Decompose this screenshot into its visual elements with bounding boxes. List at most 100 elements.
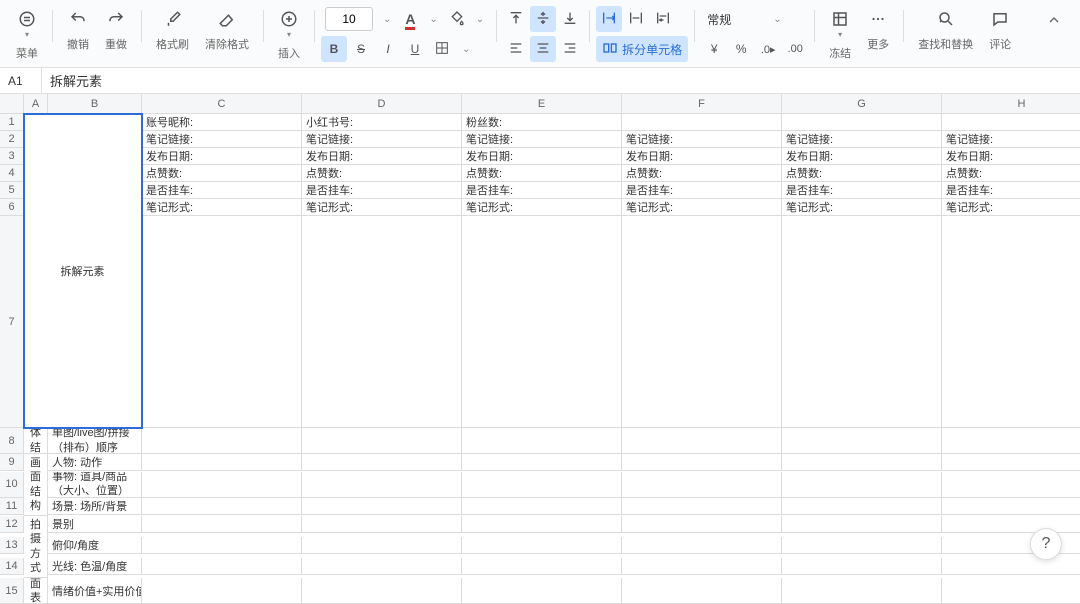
col-header-c[interactable]: C <box>142 94 302 114</box>
cell[interactable]: 笔记形式: <box>462 199 622 216</box>
cell[interactable] <box>782 578 942 604</box>
bold-button[interactable]: B <box>321 36 347 62</box>
cell[interactable] <box>462 498 622 515</box>
cell[interactable] <box>942 558 1080 575</box>
cell[interactable]: 俯仰/角度 <box>48 537 142 554</box>
cell[interactable]: 笔记链接: <box>462 131 622 148</box>
cell[interactable] <box>142 537 302 554</box>
cell[interactable]: 发布日期: <box>942 148 1080 165</box>
cell[interactable] <box>302 558 462 575</box>
cell[interactable] <box>462 216 622 428</box>
cell[interactable]: 发布日期: <box>622 148 782 165</box>
cell[interactable] <box>782 216 942 428</box>
row-header[interactable]: 12 <box>0 516 24 533</box>
cell[interactable] <box>622 537 782 554</box>
cell[interactable]: 场景: 场所/背景 <box>48 498 142 515</box>
cell[interactable] <box>942 454 1080 471</box>
cell[interactable] <box>782 472 942 498</box>
wrap-wrap-button[interactable] <box>650 6 676 32</box>
col-header-b[interactable]: B <box>48 94 142 114</box>
currency-button[interactable]: ¥ <box>701 36 727 62</box>
cell[interactable]: 整体结构 <box>24 428 48 454</box>
row-header[interactable]: 15 <box>0 578 24 604</box>
cell[interactable] <box>302 537 462 554</box>
cell[interactable]: 情绪价值+实用价值 <box>48 578 142 604</box>
cell[interactable] <box>462 472 622 498</box>
row-header[interactable]: 6 <box>0 199 24 216</box>
cell[interactable] <box>622 516 782 533</box>
clearformat-button[interactable]: 清除格式 <box>197 6 257 56</box>
cell[interactable]: 光线: 色温/角度 <box>48 558 142 575</box>
cell-reference[interactable]: A1 <box>0 68 42 93</box>
cell[interactable]: 是否挂车: <box>942 182 1080 199</box>
fill-color-button[interactable] <box>444 6 470 32</box>
cell[interactable] <box>782 498 942 515</box>
menu-button[interactable]: ▾ 菜单 <box>8 6 46 65</box>
cell[interactable] <box>302 516 462 533</box>
comments-button[interactable]: 评论 <box>981 6 1019 56</box>
merge-split-button[interactable]: 拆分单元格 <box>596 36 688 62</box>
cell[interactable] <box>462 578 622 604</box>
row-header[interactable]: 8 <box>0 428 24 454</box>
freeze-button[interactable]: ▾ 冻结 <box>821 6 859 65</box>
cell[interactable] <box>942 578 1080 604</box>
cell[interactable]: 单图/live图/拼接（排布）顺序 <box>48 428 142 454</box>
cell[interactable] <box>142 516 302 533</box>
row-header[interactable]: 4 <box>0 165 24 182</box>
cell[interactable]: 是否挂车: <box>142 182 302 199</box>
cell[interactable] <box>622 578 782 604</box>
cell[interactable]: 笔记链接: <box>942 131 1080 148</box>
cell[interactable]: 景别 <box>48 516 142 533</box>
undo-button[interactable]: 撤销 <box>59 6 97 56</box>
cell[interactable]: 笔记形式: <box>942 199 1080 216</box>
cell[interactable] <box>302 216 462 428</box>
cell[interactable] <box>462 454 622 471</box>
cell[interactable] <box>142 498 302 515</box>
font-size-control[interactable] <box>325 7 373 31</box>
halign-center-button[interactable] <box>530 36 556 62</box>
wrap-overflow-button[interactable] <box>596 6 622 32</box>
row-header[interactable]: 1 <box>0 114 24 131</box>
cell[interactable]: 粉丝数: <box>462 114 622 131</box>
font-size-dropdown[interactable]: ⌄ <box>377 14 397 25</box>
find-replace-button[interactable]: 查找和替换 <box>910 6 981 56</box>
cell[interactable] <box>302 578 462 604</box>
cell[interactable]: 点赞数: <box>622 165 782 182</box>
row-header[interactable]: 14 <box>0 558 24 575</box>
cell[interactable]: 是否挂车: <box>462 182 622 199</box>
cell[interactable]: 事物: 道具/商品（大小、位置） <box>48 472 142 498</box>
cell[interactable] <box>142 428 302 454</box>
row-header[interactable]: 11 <box>0 498 24 515</box>
cell[interactable] <box>942 216 1080 428</box>
row-header[interactable]: 13 <box>0 537 24 554</box>
paintformat-button[interactable]: 格式刷 <box>148 6 197 56</box>
row-header[interactable]: 3 <box>0 148 24 165</box>
wrap-clip-button[interactable] <box>623 6 649 32</box>
cell[interactable]: 拍摄方式 <box>24 516 48 578</box>
col-header-e[interactable]: E <box>462 94 622 114</box>
cell[interactable]: 发布日期: <box>782 148 942 165</box>
row-header[interactable]: 7 <box>0 216 24 428</box>
cell[interactable] <box>622 472 782 498</box>
cell[interactable]: 点赞数: <box>302 165 462 182</box>
col-header-a[interactable]: A <box>24 94 48 114</box>
valign-middle-button[interactable] <box>530 6 556 32</box>
underline-button[interactable]: U <box>402 36 428 62</box>
strike-button[interactable]: S <box>348 36 374 62</box>
cell[interactable]: 发布日期: <box>462 148 622 165</box>
cell[interactable] <box>782 558 942 575</box>
cell[interactable]: 点赞数: <box>462 165 622 182</box>
cell[interactable] <box>302 498 462 515</box>
row-header[interactable]: 10 <box>0 472 24 498</box>
cell[interactable] <box>142 558 302 575</box>
cell[interactable] <box>622 558 782 575</box>
borders-dropdown[interactable]: ⌄ <box>456 44 476 55</box>
cell[interactable] <box>142 578 302 604</box>
cell[interactable] <box>782 537 942 554</box>
cell[interactable] <box>622 114 782 131</box>
cell[interactable] <box>462 516 622 533</box>
cell[interactable]: 是否挂车: <box>782 182 942 199</box>
row-header[interactable]: 2 <box>0 131 24 148</box>
cell[interactable]: 笔记链接: <box>142 131 302 148</box>
cell[interactable] <box>462 558 622 575</box>
